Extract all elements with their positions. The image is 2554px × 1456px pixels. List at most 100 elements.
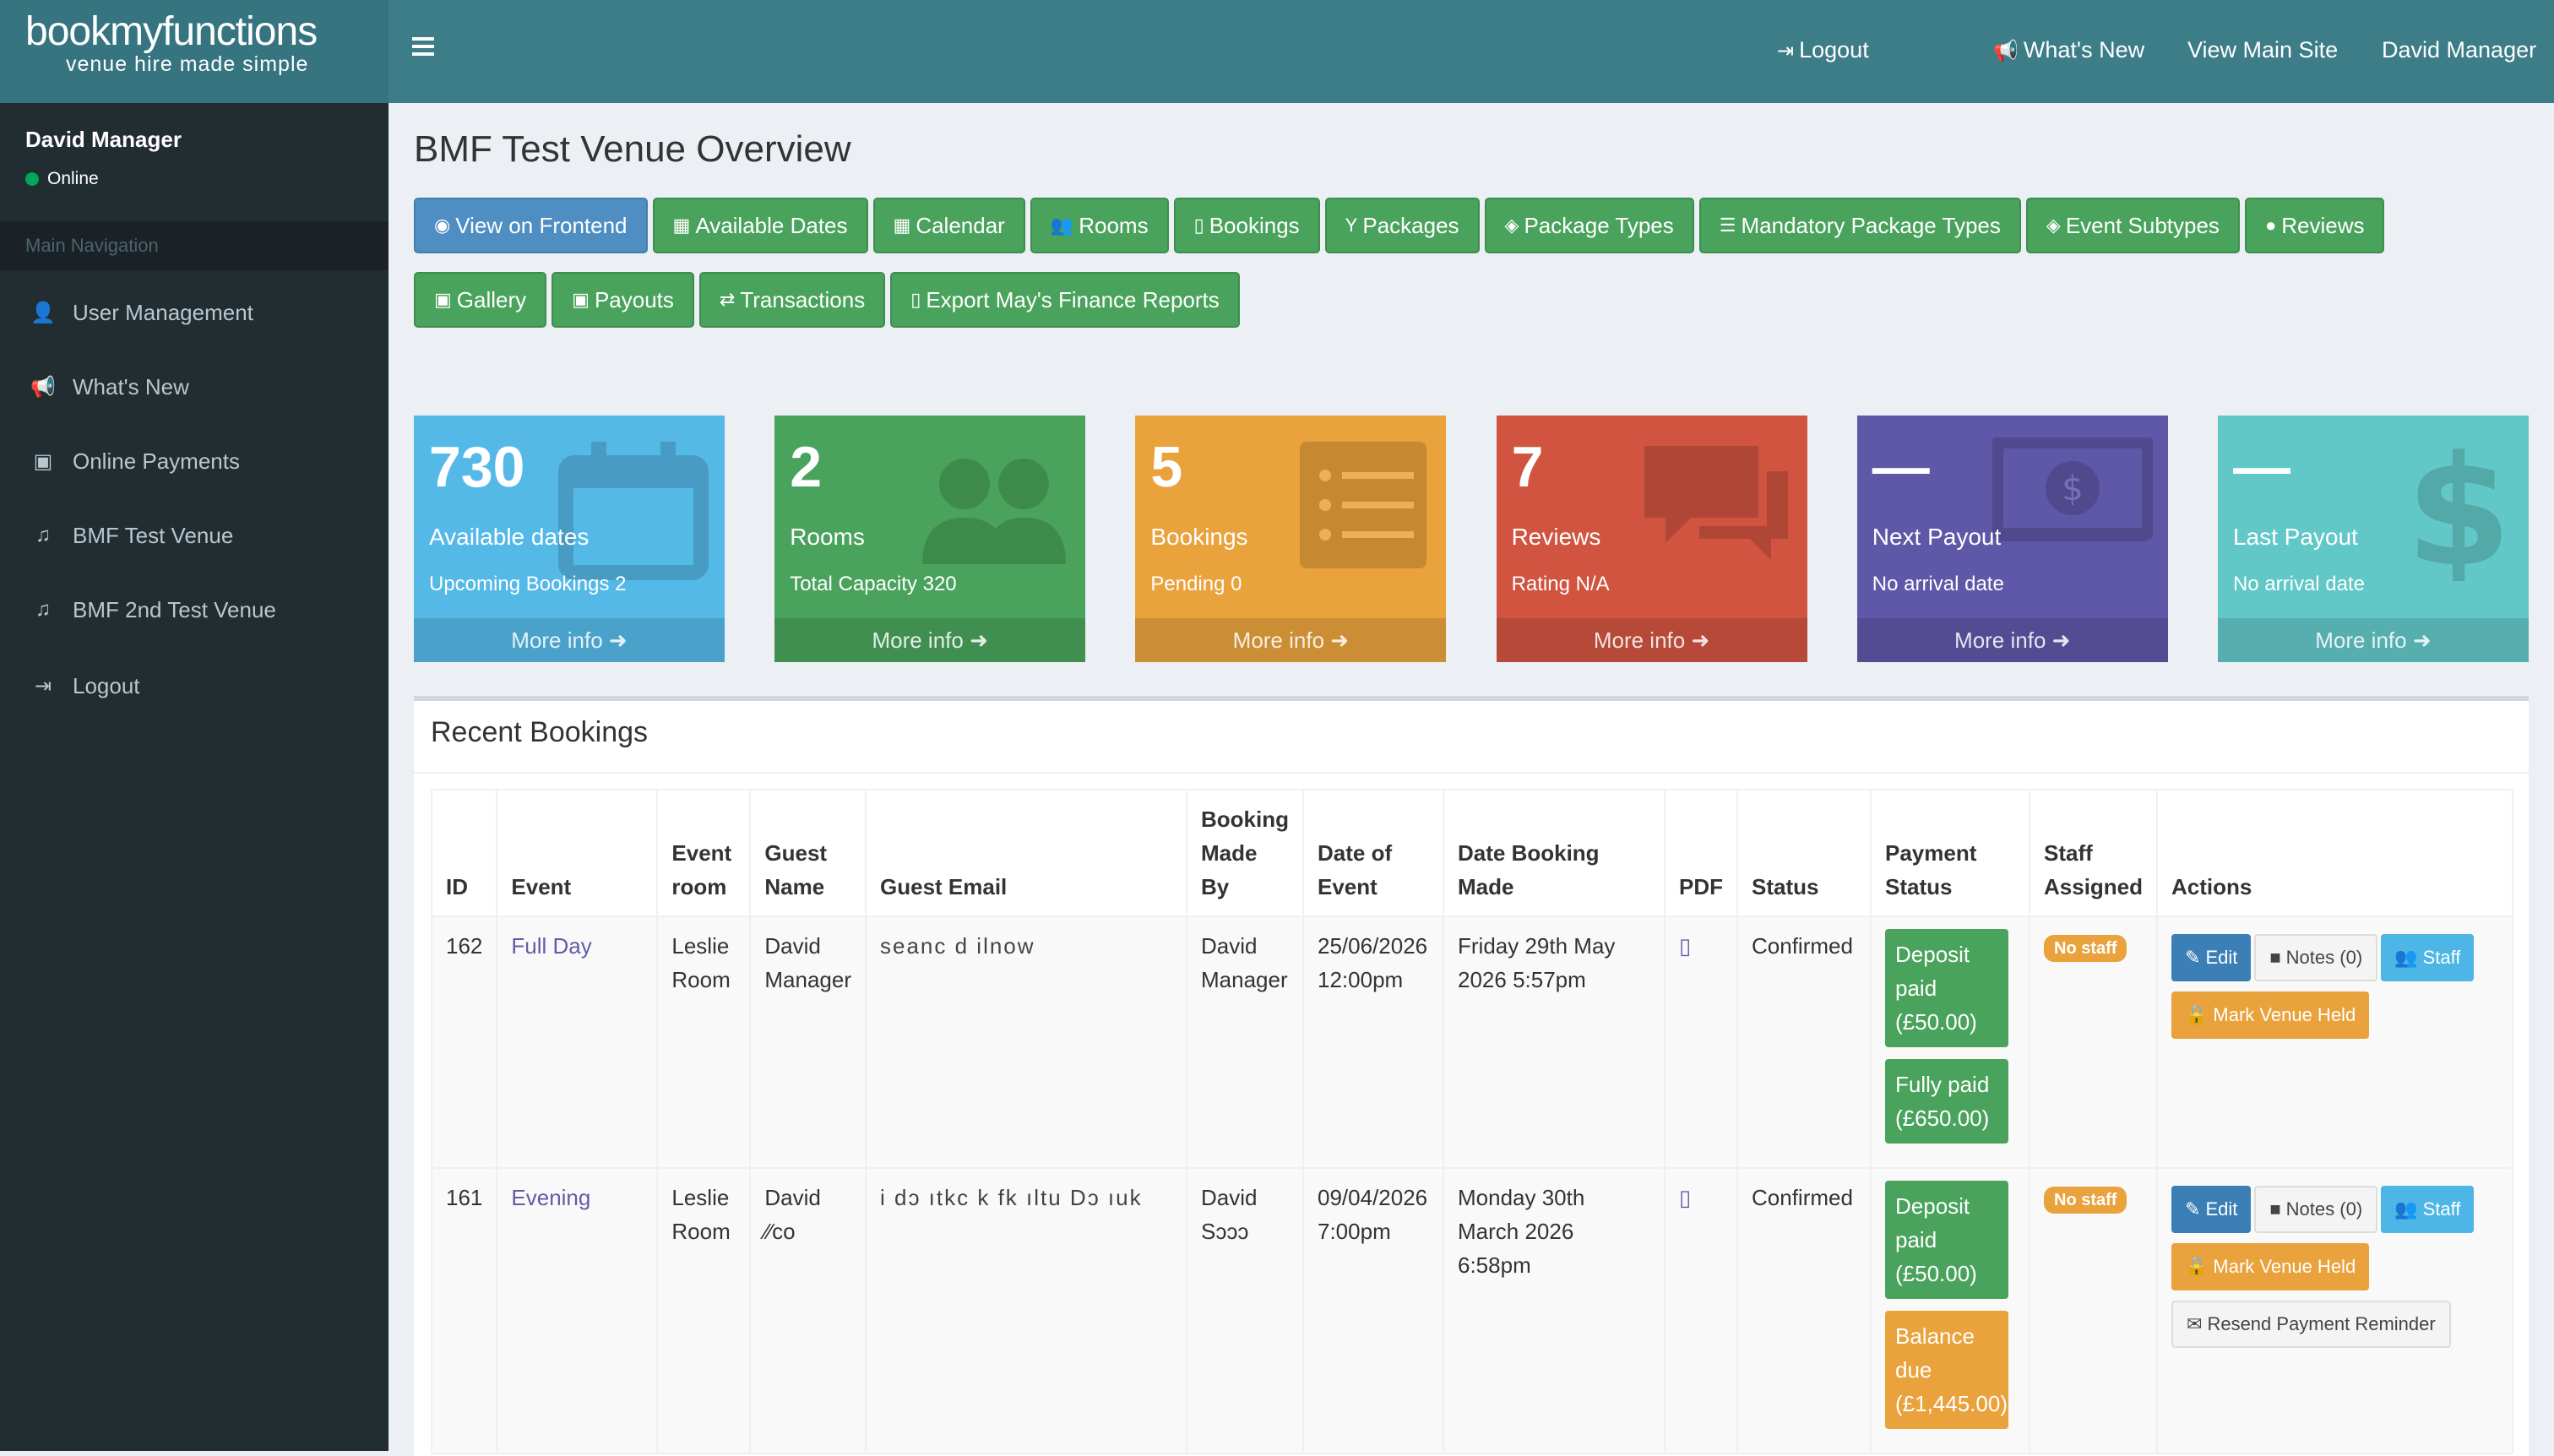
users-icon [922,459,1067,564]
more-info-link[interactable]: More info ➜ [2217,618,2529,662]
note-icon: ■ [2269,1198,2281,1220]
available-dates-button[interactable]: ▦ Available Dates [652,198,868,253]
status-dot-icon [25,172,39,186]
calendar-icon: ▦ [893,215,911,236]
brand-tagline: venue hire made simple [66,52,309,76]
column-header[interactable]: Date Booking Made [1443,789,1666,917]
mark-venue-held-button[interactable]: 🔒 Mark Venue Held [2171,1243,2370,1290]
pdf-file-icon[interactable]: ▯ [1679,1185,1691,1210]
column-header[interactable]: Guest Email [865,789,1187,917]
venue-action-buttons-row2: ▣ Gallery ▣ Payouts ⇄ Transactions ▯ Export … [414,272,1240,328]
event-subtypes-button[interactable]: ◈ Event Subtypes [2025,198,2240,253]
image-icon: ▣ [434,289,452,310]
more-info-link[interactable]: More info ➜ [1856,618,2168,662]
calendar-icon [558,442,709,580]
stat-box-reviews: 7 Reviews Rating N/A More info ➜ [1496,416,1807,662]
eye-icon: ◉ [434,215,451,236]
stat-value: 730 [429,435,525,499]
gallery-button[interactable]: ▣ Gallery [414,272,547,328]
guest-name: David Manager [749,915,867,1169]
notes-button[interactable]: ■ Notes (0) [2254,934,2378,981]
column-header[interactable]: Payment Status [1870,789,2030,917]
column-header[interactable]: Date of Event [1302,789,1444,917]
money-icon: ▣ [572,289,590,310]
dollar-icon: $ [2405,437,2511,581]
sidebar-toggle-icon[interactable] [412,37,434,56]
column-header[interactable]: Event room [656,789,752,917]
sidebar-item-bmf-2nd-test-venue[interactable]: ♫ BMF 2nd Test Venue [0,573,389,647]
resend-payment-reminder-button[interactable]: ✉ Resend Payment Reminder [2171,1301,2451,1348]
transactions-button[interactable]: ⇄ Transactions [698,272,886,328]
booking-status: Confirmed [1736,1167,1872,1454]
sidebar-item-logout[interactable]: ⇥ Logout [0,649,389,723]
tags-icon: ◈ [1504,215,1519,236]
main-content: BMF Test Venue Overview ◉ View on Fronten… [389,103,2554,1456]
sidebar-item-whats-new[interactable]: 📢 What's New [0,350,389,424]
bookings-button[interactable]: ▯ Bookings [1173,198,1320,253]
mandatory-package-types-button[interactable]: ☰ Mandatory Package Types [1698,198,2021,253]
more-info-link[interactable]: More info ➜ [1496,618,1807,662]
column-header[interactable]: Guest Name [749,789,867,917]
more-info-link[interactable]: More info ➜ [414,618,725,662]
top-logout-link[interactable]: ⇥ Logout [1777,37,1869,63]
column-header[interactable]: PDF [1664,789,1738,917]
exchange-icon: ⇄ [719,289,736,310]
guest-email: i dɔ ıtkc k fk ıltu Dɔ ıuk [865,1167,1187,1454]
calendar-button[interactable]: ▦ Calendar [872,198,1025,253]
stat-box-rooms: 2 Rooms Total Capacity 320 More info ➜ [774,416,1086,662]
recent-bookings-title: Recent Bookings [431,716,649,748]
logout-icon: ⇥ [34,674,52,698]
stat-sub: No arrival date [2232,573,2366,595]
notes-button[interactable]: ■ Notes (0) [2254,1186,2378,1233]
package-types-button[interactable]: ◈ Package Types [1484,198,1694,253]
booking-status: Confirmed [1736,915,1872,1169]
recent-bookings-table: ID Event Event room Guest Name Guest Ema… [430,789,2513,1454]
column-header[interactable]: Staff Assigned [2028,789,2159,917]
export-finance-reports-button[interactable]: ▯ Export May's Finance Reports [890,272,1240,328]
table-header-row: ID Event Event room Guest Name Guest Ema… [430,789,2513,917]
column-header[interactable]: ID [430,789,498,917]
stat-label: Reviews [1511,524,1601,550]
page-title: BMF Test Venue Overview [414,128,851,170]
user-menu[interactable]: David Manager [2382,37,2536,63]
guest-email: seanc d ilnow [865,915,1187,1169]
reviews-button[interactable]: ● Reviews [2244,198,2385,253]
pencil-icon: ✎ [2185,1198,2201,1220]
rooms-button[interactable]: 👥 Rooms [1030,198,1169,253]
payment-badge-deposit: Deposit paid (£50.00) [1885,1181,2008,1299]
top-whats-new-link[interactable]: 📢 What's New [1993,37,2144,63]
arrow-circle-right-icon: ➜ [1330,627,1350,653]
online-status: Online [25,169,99,189]
mark-venue-held-button[interactable]: 🔒 Mark Venue Held [2171,991,2370,1039]
pdf-file-icon[interactable]: ▯ [1679,933,1691,959]
view-main-site-link[interactable]: View Main Site [2187,37,2338,63]
event-link[interactable]: Full Day [511,933,591,959]
edit-button[interactable]: ✎ Edit [2171,1186,2252,1233]
sidebar-item-bmf-test-venue[interactable]: ♫ BMF Test Venue [0,498,389,573]
column-header[interactable]: Booking Made By [1186,789,1304,917]
view-on-frontend-button[interactable]: ◉ View on Frontend [414,198,648,253]
music-icon: ♫ [35,524,51,546]
excel-file-icon: ▯ [910,289,921,310]
users-icon: 👥 [1050,215,1074,236]
more-info-link[interactable]: More info ➜ [774,618,1086,662]
sidebar-item-user-management[interactable]: 👤 User Management [0,275,389,350]
column-header[interactable]: Status [1736,789,1872,917]
date-booking-made: Friday 29th May 2026 5:57pm [1443,915,1666,1169]
sidebar-item-online-payments[interactable]: ▣ Online Payments [0,424,389,498]
more-info-link[interactable]: More info ➜ [1135,618,1447,662]
brand-logo[interactable]: bookmyfunctions venue hire made simple [0,0,389,103]
packages-button[interactable]: Y Packages [1324,198,1480,253]
arrow-circle-right-icon: ➜ [1691,627,1710,653]
event-link[interactable]: Evening [511,1185,590,1210]
staff-button[interactable]: 👥 Staff [2381,1186,2475,1233]
arrow-circle-right-icon: ➜ [970,627,988,653]
column-header[interactable]: Event [496,789,659,917]
stat-label: Next Payout [1872,524,2002,550]
staff-button[interactable]: 👥 Staff [2381,934,2475,981]
date-booking-made: Monday 30th March 2026 6:58pm [1443,1167,1666,1454]
payouts-button[interactable]: ▣ Payouts [552,272,694,328]
svg-text:$: $ [2405,437,2511,581]
edit-button[interactable]: ✎ Edit [2171,934,2252,981]
booking-made-by: David Sɔɔɔ [1186,1167,1304,1454]
